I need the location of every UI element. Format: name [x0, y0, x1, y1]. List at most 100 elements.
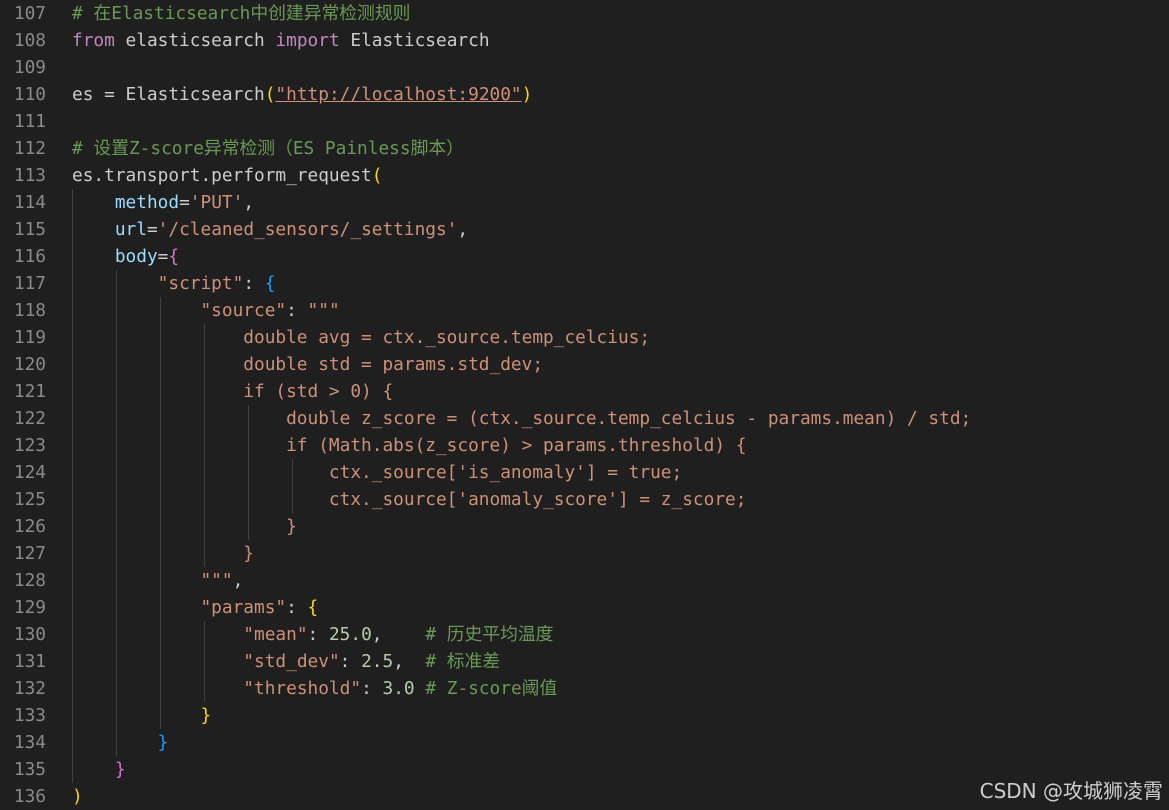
line-code: """, — [72, 567, 243, 594]
code-token: # 设置Z-score异常检测（ES Painless脚本） — [72, 138, 464, 159]
code-token: ctx._source['is_anomaly'] = true; — [72, 462, 683, 483]
code-token: { — [168, 246, 180, 267]
code-token: } — [200, 705, 212, 726]
code-token: = — [157, 246, 169, 267]
code-line[interactable]: 129 "params": { — [0, 594, 1169, 621]
code-line[interactable]: 119 double avg = ctx._source.temp_celciu… — [0, 324, 1169, 351]
line-code: # 设置Z-score异常检测（ES Painless脚本） — [72, 135, 464, 162]
code-token: 'PUT' — [189, 192, 244, 213]
code-line[interactable]: 115 url='/cleaned_sensors/_settings', — [0, 216, 1169, 243]
code-line[interactable]: 109 — [0, 54, 1169, 81]
line-code: } — [72, 513, 297, 540]
code-line[interactable]: 124 ctx._source['is_anomaly'] = true; — [0, 459, 1169, 486]
code-token: double z_score = (ctx._source.temp_celci… — [72, 408, 972, 429]
line-number: 131 — [13, 651, 46, 672]
line-code: ctx._source['anomaly_score'] = z_score; — [72, 486, 747, 513]
line-code: method='PUT', — [72, 189, 254, 216]
code-line[interactable]: 128 """, — [0, 567, 1169, 594]
code-line[interactable]: 130 "mean": 25.0, # 历史平均温度 — [0, 621, 1169, 648]
code-line[interactable]: 121 if (std > 0) { — [0, 378, 1169, 405]
line-number: 129 — [13, 597, 46, 618]
code-token: url — [114, 219, 147, 240]
line-number: 111 — [13, 111, 46, 132]
line-number: 135 — [13, 759, 46, 780]
code-token: double std = params.std_dev; — [72, 354, 544, 375]
code-token: , — [371, 624, 426, 645]
code-token: # Z-score阈值 — [425, 678, 558, 699]
code-line[interactable]: 134 } — [0, 729, 1169, 756]
code-line[interactable]: 111 — [0, 108, 1169, 135]
code-line[interactable]: 118 "source": """ — [0, 297, 1169, 324]
code-line[interactable]: 110 es = Elasticsearch("http://localhost:… — [0, 81, 1169, 108]
code-line[interactable]: 114 method='PUT', — [0, 189, 1169, 216]
code-token: "mean" — [243, 624, 308, 645]
code-token: , — [243, 192, 255, 213]
code-lines[interactable]: 107 # 在Elasticsearch中创建异常检测规则 108 from elas… — [0, 0, 1169, 810]
line-number: 130 — [13, 624, 46, 645]
line-code: } — [72, 702, 211, 729]
code-line[interactable]: 120 double std = params.std_dev; — [0, 351, 1169, 378]
line-code: from elasticsearch import Elasticsearch — [72, 27, 490, 54]
code-token: : — [286, 597, 308, 618]
code-token: } — [72, 516, 297, 537]
line-number: 108 — [13, 30, 46, 51]
code-token: from — [72, 30, 115, 51]
code-token: : — [286, 300, 308, 321]
code-token: } — [72, 543, 254, 564]
line-number: 134 — [13, 732, 46, 753]
code-line[interactable]: 122 double z_score = (ctx._source.temp_c… — [0, 405, 1169, 432]
code-editor[interactable]: 107 # 在Elasticsearch中创建异常检测规则 108 from elas… — [0, 0, 1169, 810]
line-number: 120 — [13, 354, 46, 375]
code-token: es.transport.perform_request — [72, 165, 372, 186]
code-line[interactable]: 133 } — [0, 702, 1169, 729]
line-code: ) — [72, 783, 83, 810]
code-token: { — [307, 597, 319, 618]
code-line[interactable]: 108 from elasticsearch import Elasticsear… — [0, 27, 1169, 54]
line-number: 112 — [13, 138, 46, 159]
code-line[interactable]: 107 # 在Elasticsearch中创建异常检测规则 — [0, 0, 1169, 27]
code-line[interactable]: 113 es.transport.perform_request( — [0, 162, 1169, 189]
code-token: es = Elasticsearch — [72, 84, 265, 105]
line-number: 119 — [13, 327, 46, 348]
line-number: 107 — [13, 3, 46, 24]
code-token: Elasticsearch — [339, 30, 490, 51]
line-number: 123 — [13, 435, 46, 456]
code-token: # 历史平均温度 — [425, 624, 554, 645]
code-token: ctx._source['anomaly_score'] = z_score; — [72, 489, 747, 510]
code-line[interactable]: 117 "script": { — [0, 270, 1169, 297]
code-token: , — [393, 651, 426, 672]
code-line[interactable]: 116 body={ — [0, 243, 1169, 270]
line-code: "mean": 25.0, # 历史平均温度 — [72, 621, 553, 648]
line-code: "threshold": 3.0 # Z-score阈值 — [72, 675, 557, 702]
code-line[interactable]: 131 "std_dev": 2.5, # 标准差 — [0, 648, 1169, 675]
code-line[interactable]: 125 ctx._source['anomaly_score'] = z_sco… — [0, 486, 1169, 513]
code-token: = — [179, 192, 190, 213]
code-token: : — [361, 678, 383, 699]
code-token: : — [339, 651, 362, 672]
code-token: , — [457, 219, 469, 240]
line-code: if (Math.abs(z_score) > params.threshold… — [72, 432, 746, 459]
code-line[interactable]: 127 } — [0, 540, 1169, 567]
line-code: es.transport.perform_request( — [72, 162, 382, 189]
code-line[interactable]: 123 if (Math.abs(z_score) > params.thres… — [0, 432, 1169, 459]
line-number: 110 — [13, 84, 46, 105]
code-line[interactable]: 126 } — [0, 513, 1169, 540]
code-line[interactable]: 112 # 设置Z-score异常检测（ES Painless脚本） — [0, 135, 1169, 162]
code-token: "script" — [157, 273, 244, 294]
code-token: "threshold" — [243, 678, 362, 699]
watermark: CSDN @攻城狮凌霄 — [979, 779, 1163, 803]
code-line[interactable]: 132 "threshold": 3.0 # Z-score阈值 — [0, 675, 1169, 702]
line-number: 125 — [13, 489, 46, 510]
line-number: 116 — [13, 246, 46, 267]
line-number: 109 — [13, 57, 46, 78]
code-token: method — [114, 192, 180, 213]
line-code: es = Elasticsearch("http://localhost:920… — [72, 81, 532, 108]
